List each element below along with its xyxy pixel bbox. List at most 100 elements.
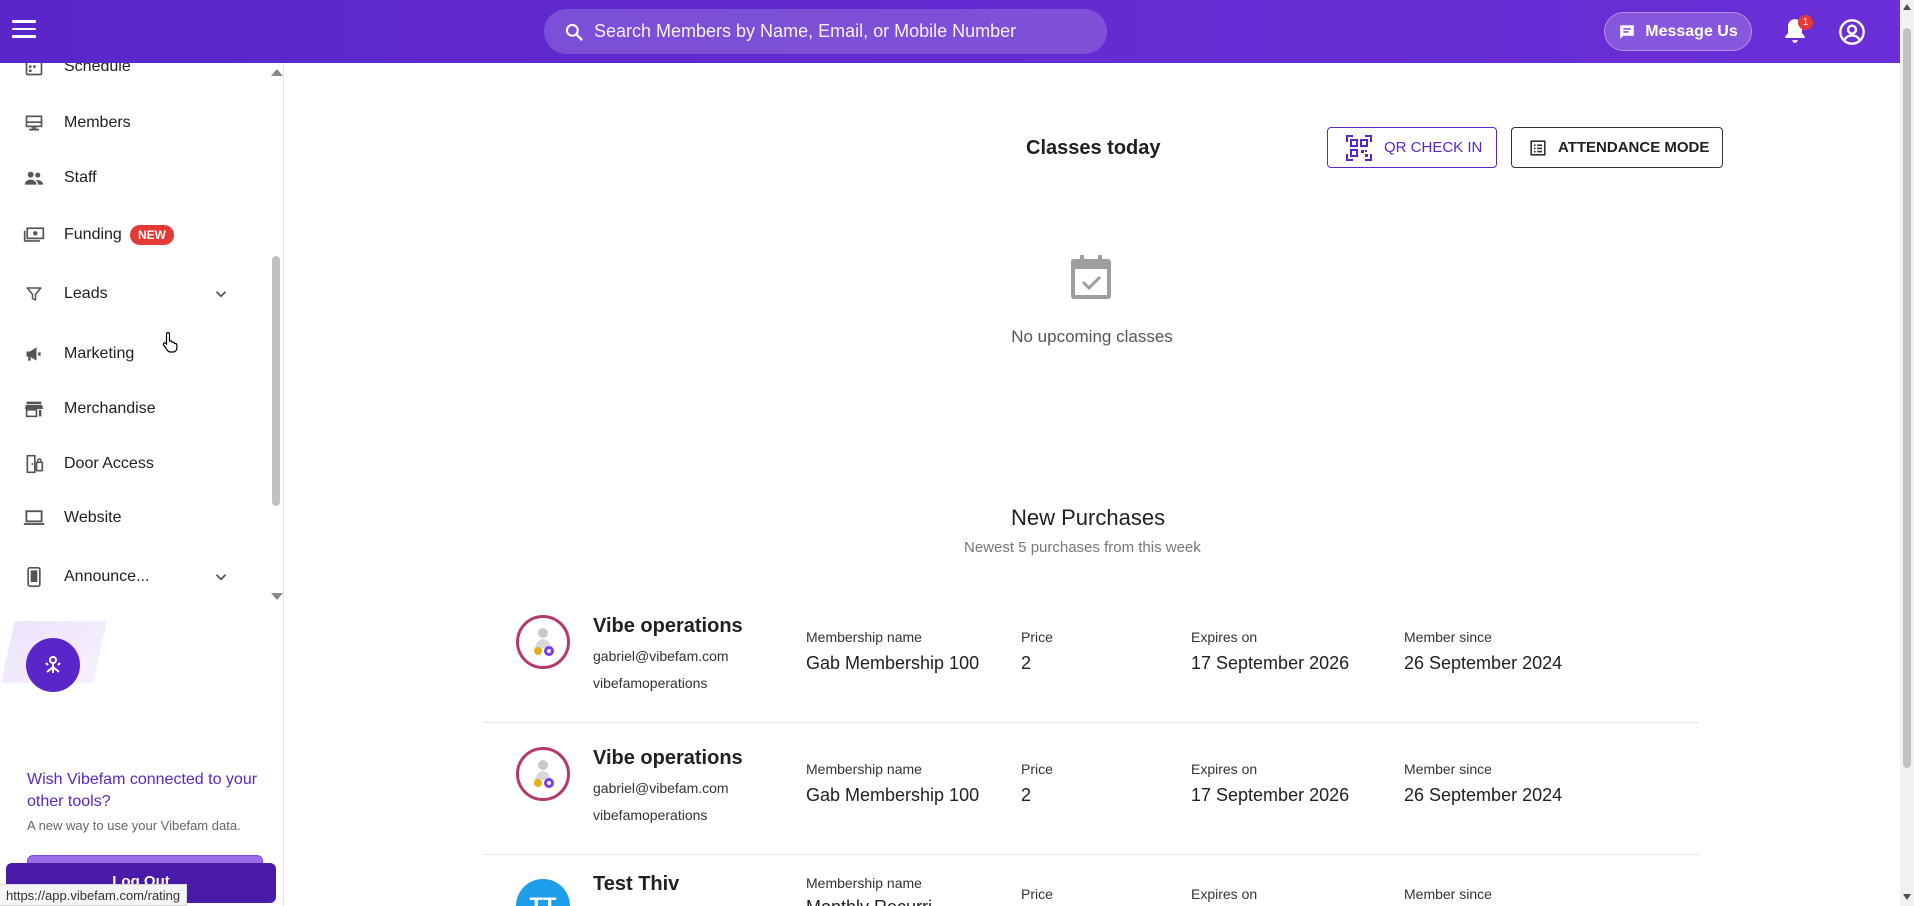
sidebar-item-marketing[interactable]: Marketing: [0, 329, 270, 379]
notifications-button[interactable]: 1: [1782, 15, 1813, 47]
member-avatar: [516, 615, 570, 669]
member-username: vibefamoperations: [593, 675, 708, 691]
integrations-promo: Wish Vibefam connected to your other too…: [1, 621, 278, 901]
expires-label: Expires on: [1191, 886, 1258, 902]
membership-name-value: Monthly Recurri...: [806, 897, 947, 906]
membership-name-label: Membership name: [806, 761, 922, 777]
scroll-down-arrow[interactable]: [1903, 894, 1911, 900]
sidebar-item-label: Staff: [64, 169, 97, 186]
search-bar[interactable]: [544, 9, 1107, 54]
menu-icon[interactable]: [12, 20, 36, 40]
member-since-label: Member since: [1404, 629, 1492, 645]
sidebar-item-leads[interactable]: Leads: [0, 269, 270, 319]
search-icon: [565, 23, 583, 41]
member-name: Vibe operations: [593, 747, 743, 769]
price-label: Price: [1021, 761, 1053, 777]
attendance-mode-label: ATTENDANCE MODE: [1558, 139, 1710, 156]
scroll-up-arrow[interactable]: [1903, 4, 1911, 10]
chevron-down-icon[interactable]: [212, 568, 230, 586]
member-since-label: Member since: [1404, 886, 1492, 902]
price-value: 2: [1021, 785, 1032, 805]
sidebar-item-website[interactable]: Website: [0, 493, 270, 543]
sidebar-item-label: Members: [64, 114, 131, 131]
price-label: Price: [1021, 886, 1053, 902]
qr-code-icon: [1346, 134, 1372, 161]
people-icon: [23, 167, 45, 189]
sidebar-scroll-thumb[interactable]: [272, 256, 280, 506]
sidebar-item-funding[interactable]: Funding NEW: [0, 210, 270, 260]
hand-cursor-icon: [162, 331, 178, 353]
member-since-value: 26 September 2024: [1404, 785, 1563, 805]
chevron-down-icon[interactable]: [212, 285, 230, 303]
promo-title: Wish Vibefam connected to your other too…: [27, 771, 258, 810]
message-us-button[interactable]: Message Us: [1604, 12, 1752, 51]
list-box-icon: [1530, 139, 1546, 156]
sidebar-item-label: Website: [64, 509, 122, 526]
store-icon: [23, 398, 45, 420]
notification-badge: 1: [1798, 15, 1813, 30]
sidebar-item-label: Marketing: [64, 345, 135, 362]
member-avatar: [516, 747, 570, 801]
sidebar-item-announcements[interactable]: Announce...: [0, 552, 270, 602]
account-circle-icon: [1839, 19, 1865, 45]
member-email: gabriel@vibefam.com: [593, 648, 729, 664]
purchase-row[interactable]: Vibe operations gabriel@vibefam.com vibe…: [484, 597, 1699, 723]
new-purchases-title: New Purchases: [1011, 505, 1166, 530]
new-purchases-subtitle: Newest 5 purchases from this week: [964, 539, 1201, 556]
purchase-row[interactable]: TT Test Thiv Membership name Monthly Rec…: [484, 861, 1699, 906]
filter-icon: [23, 283, 45, 305]
sidebar-item-label: Funding: [64, 226, 122, 243]
message-us-label: Message Us: [1645, 22, 1738, 40]
calendar-check-icon: [1071, 255, 1111, 299]
expires-value: 17 September 2026: [1191, 785, 1350, 805]
sidebar-item-label: Leads: [64, 285, 108, 302]
member-name: Vibe operations: [593, 615, 743, 637]
laptop-icon: [23, 507, 45, 529]
top-app-bar: Message Us 1: [0, 0, 1900, 63]
member-username: vibefamoperations: [593, 807, 708, 823]
sidebar-item-label: Announce...: [64, 568, 150, 585]
member-since-label: Member since: [1404, 761, 1492, 777]
sidebar-item-members[interactable]: Members: [0, 98, 270, 148]
sidebar-scrollbar[interactable]: [270, 63, 283, 603]
sidebar-item-staff[interactable]: Staff: [0, 153, 270, 203]
status-bar-url: https://app.vibefam.com/rating: [0, 884, 188, 906]
sidebar-scroll-down[interactable]: [271, 593, 283, 600]
qr-check-in-label: QR CHECK IN: [1384, 139, 1483, 156]
membership-name-value: Gab Membership 100: [806, 785, 980, 805]
sidebar-scroll-up[interactable]: [271, 69, 283, 76]
sidebar-item-schedule[interactable]: Schedule: [0, 63, 270, 92]
sidebar-item-merchandise[interactable]: Merchandise: [0, 384, 270, 434]
account-button[interactable]: [1838, 18, 1866, 46]
phone-icon: [23, 566, 45, 588]
scrollbar-thumb[interactable]: [1903, 28, 1911, 768]
monitor-icon: [23, 112, 45, 134]
page-scrollbar[interactable]: [1900, 0, 1914, 906]
price-label: Price: [1021, 629, 1053, 645]
member-initials-avatar: TT: [516, 879, 570, 906]
sidebar: Schedule Members Staff Funding NEW Leads…: [0, 63, 284, 906]
sidebar-item-label: Door Access: [64, 455, 154, 472]
purchase-row[interactable]: Vibe operations gabriel@vibefam.com vibe…: [484, 729, 1699, 855]
door-access-icon: [23, 453, 45, 475]
member-email: gabriel@vibefam.com: [593, 780, 729, 796]
qr-check-in-button[interactable]: QR CHECK IN: [1327, 127, 1497, 168]
sidebar-item-label: Merchandise: [64, 400, 156, 417]
integration-icon: [26, 638, 80, 692]
member-name: Test Thiv: [593, 873, 680, 895]
expires-label: Expires on: [1191, 629, 1258, 645]
sidebar-item-door-access[interactable]: Door Access: [0, 439, 270, 489]
chat-icon: [1620, 24, 1634, 39]
megaphone-icon: [23, 343, 45, 365]
expires-label: Expires on: [1191, 761, 1258, 777]
sidebar-item-label: Schedule: [64, 63, 131, 75]
search-input[interactable]: [594, 21, 1054, 42]
classes-today-title: Classes today: [1026, 137, 1161, 159]
sidebar-nav: Schedule Members Staff Funding NEW Leads…: [0, 63, 270, 603]
attendance-mode-button[interactable]: ATTENDANCE MODE: [1511, 127, 1723, 168]
membership-name-label: Membership name: [806, 629, 922, 645]
membership-name-value: Gab Membership 100: [806, 653, 980, 673]
promo-subtitle: A new way to use your Vibefam data.: [27, 818, 241, 833]
expires-value: 17 September 2026: [1191, 653, 1350, 673]
price-value: 2: [1021, 653, 1032, 673]
